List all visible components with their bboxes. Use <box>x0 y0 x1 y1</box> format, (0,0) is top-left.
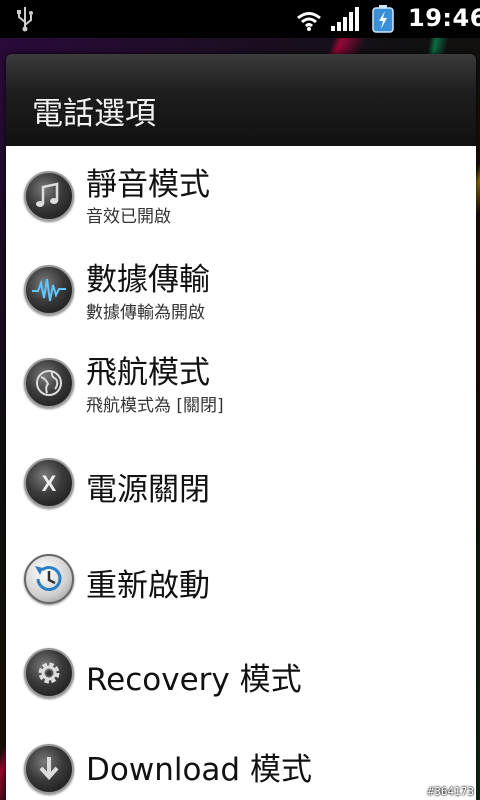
globe-icon <box>24 358 74 408</box>
option-subtitle: 數據傳輸為開啟 <box>86 303 205 323</box>
option-recovery-mode[interactable]: Recovery 模式 <box>6 634 476 730</box>
option-data-transfer[interactable]: 數據傳輸 數據傳輸為開啟 <box>6 242 476 338</box>
signal-icon <box>331 7 359 31</box>
option-label: Recovery 模式 <box>86 662 302 698</box>
restart-icon <box>24 554 74 604</box>
dialog-header: 電話選項 <box>6 54 476 147</box>
option-label: Download 模式 <box>86 752 312 788</box>
battery-charging-icon <box>372 5 394 33</box>
option-airplane-mode[interactable]: 飛航模式 飛航模式為 [關閉] <box>6 338 476 434</box>
phone-options-dialog: 電話選項 靜音模式 音效已開啟 數據傳輸 數據傳輸為開啟 飛航模式 飛航模式為 … <box>6 54 476 800</box>
option-restart[interactable]: 重新啟動 <box>6 538 476 634</box>
option-label: 靜音模式 <box>86 167 210 203</box>
option-silent-mode[interactable]: 靜音模式 音效已開啟 <box>6 146 476 242</box>
option-subtitle: 飛航模式為 [關閉] <box>86 396 224 416</box>
option-subtitle: 音效已開啟 <box>86 207 171 227</box>
option-power-off[interactable]: X 電源關閉 <box>6 442 476 538</box>
usb-icon <box>17 7 33 32</box>
option-label: 電源關閉 <box>86 472 210 508</box>
download-icon <box>24 744 74 794</box>
watermark: #364173 <box>427 785 474 798</box>
waveform-icon <box>24 265 74 315</box>
option-label: 重新啟動 <box>86 568 210 604</box>
option-download-mode[interactable]: Download 模式 <box>6 730 476 800</box>
option-label: 飛航模式 <box>86 355 210 391</box>
dialog-title: 電話選項 <box>32 96 156 132</box>
status-clock: 19:46 <box>408 4 480 32</box>
gear-icon <box>24 648 74 698</box>
music-note-icon <box>24 171 74 221</box>
svg-text:X: X <box>42 471 57 496</box>
options-list: 靜音模式 音效已開啟 數據傳輸 數據傳輸為開啟 飛航模式 飛航模式為 [關閉] <box>6 146 476 800</box>
status-bar: 19:46 <box>0 0 480 38</box>
x-icon: X <box>24 458 74 508</box>
option-label: 數據傳輸 <box>86 262 210 298</box>
wifi-icon <box>297 12 321 31</box>
